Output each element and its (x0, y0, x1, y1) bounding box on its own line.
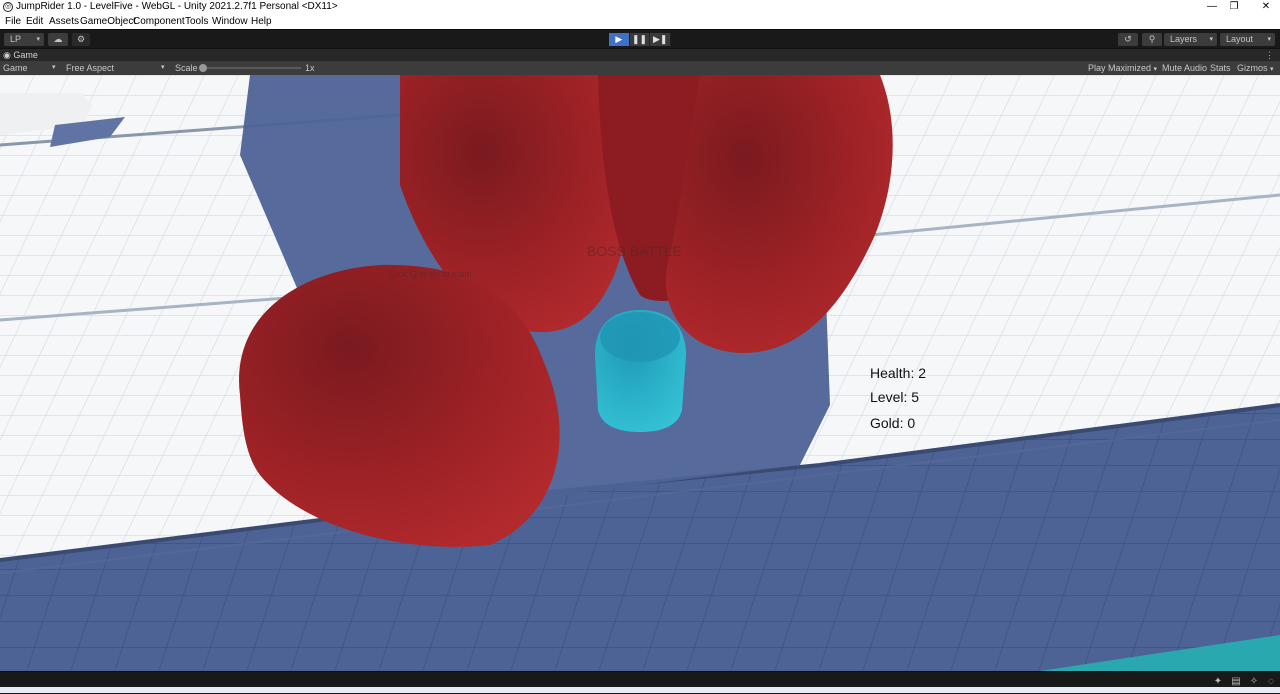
menu-gameobject[interactable]: GameObject (80, 16, 136, 27)
step-button[interactable]: ▶❚ (650, 33, 672, 46)
gizmos-label: Gizmos (1237, 63, 1268, 73)
collab-icon: ⚙ (76, 34, 86, 44)
play-mode-label: Play Maximized (1088, 63, 1152, 73)
mute-audio-toggle[interactable]: Mute Audio (1162, 61, 1207, 75)
play-button[interactable]: ▶ (609, 33, 630, 46)
chevron-down-icon: ▾ (1267, 36, 1271, 43)
layers-dropdown[interactable]: Layers ▾ (1164, 33, 1217, 46)
player-cylinder-top (600, 312, 680, 362)
scale-label: Scale (175, 63, 198, 73)
gizmos-dropdown[interactable]: Gizmos ▾ (1237, 61, 1274, 75)
level-readout: Level: 5 (870, 389, 920, 405)
unity-logo-icon: ◎ (3, 2, 13, 12)
collab-button[interactable]: ⚙ (72, 33, 90, 46)
menu-window[interactable]: Window (212, 16, 248, 27)
game-viewport[interactable]: BOSS BATTLE Click Q to go to main Health… (0, 75, 1280, 671)
play-controls: ▶ ❚❚ ▶❚ (609, 33, 672, 46)
menu-component[interactable]: Component (133, 16, 185, 27)
menu-assets[interactable]: Assets (49, 16, 79, 27)
tab-game-label: Game (13, 50, 38, 60)
more-options-icon[interactable]: ⋮ (1265, 49, 1274, 61)
taskbar-strip (0, 687, 1280, 693)
cloud-icon: ☁ (53, 34, 63, 44)
menu-file[interactable]: File (5, 16, 21, 27)
menu-tools[interactable]: Tools (185, 16, 208, 27)
search-icon: ⚲ (1148, 34, 1156, 44)
menu-bar: File Edit Assets GameObject Component To… (0, 15, 1280, 29)
boss-battle-title: BOSS BATTLE (587, 243, 682, 259)
scale-value: 1x (305, 63, 315, 73)
game-scene (0, 75, 1280, 671)
display-dropdown[interactable]: Game ▾ (3, 61, 59, 75)
pause-button[interactable]: ❚❚ (629, 33, 651, 46)
game-tab-bar: ◉ Game ⋮ (0, 48, 1280, 62)
health-readout: Health: 2 (870, 365, 927, 381)
stats-toggle[interactable]: Stats (1210, 61, 1231, 75)
scale-slider-thumb[interactable] (199, 64, 207, 72)
chevron-down-icon: ▾ (52, 64, 56, 71)
display-label: Game (3, 63, 28, 73)
cloud-button[interactable]: ☁ (48, 33, 68, 46)
chevron-down-icon: ▾ (1270, 66, 1274, 73)
aspect-dropdown[interactable]: Free Aspect ▾ (66, 61, 170, 75)
game-view-toolbar: Game ▾ Free Aspect ▾ Scale 1x Play Maxim… (0, 61, 1280, 76)
search-button[interactable]: ⚲ (1142, 33, 1162, 46)
main-toolbar: LP ▾ ☁ ⚙ ▶ ❚❚ ▶❚ ↺ ⚲ Layers ▾ Layout ▾ (0, 29, 1280, 49)
chevron-down-icon: ▾ (36, 36, 40, 43)
main-menu-hint: Click Q to go to main (388, 269, 472, 279)
layers-label: Layers (1170, 34, 1198, 44)
window-title: JumpRider 1.0 - LevelFive - WebGL - Unit… (16, 1, 338, 12)
chevron-down-icon: ▾ (1209, 36, 1213, 43)
window-title-bar: ◎ JumpRider 1.0 - LevelFive - WebGL - Un… (0, 0, 1280, 15)
layout-label: Layout (1226, 34, 1254, 44)
layout-dropdown[interactable]: Layout ▾ (1220, 33, 1275, 46)
menu-edit[interactable]: Edit (26, 16, 43, 27)
account-dropdown[interactable]: LP ▾ (4, 33, 44, 46)
scale-slider-track[interactable] (204, 67, 301, 69)
aspect-label: Free Aspect (66, 63, 115, 73)
chevron-down-icon: ▾ (161, 64, 165, 71)
gamepad-icon: ◉ (3, 50, 14, 60)
history-button[interactable]: ↺ (1118, 33, 1138, 46)
close-button[interactable]: ✕ (1246, 0, 1280, 15)
play-mode-dropdown[interactable]: Play Maximized ▾ (1088, 61, 1157, 75)
chevron-down-icon: ▾ (1153, 66, 1158, 73)
history-icon: ↺ (1124, 34, 1132, 44)
account-label: LP (10, 34, 22, 44)
menu-help[interactable]: Help (251, 16, 272, 27)
gold-readout: Gold: 0 (870, 415, 916, 431)
